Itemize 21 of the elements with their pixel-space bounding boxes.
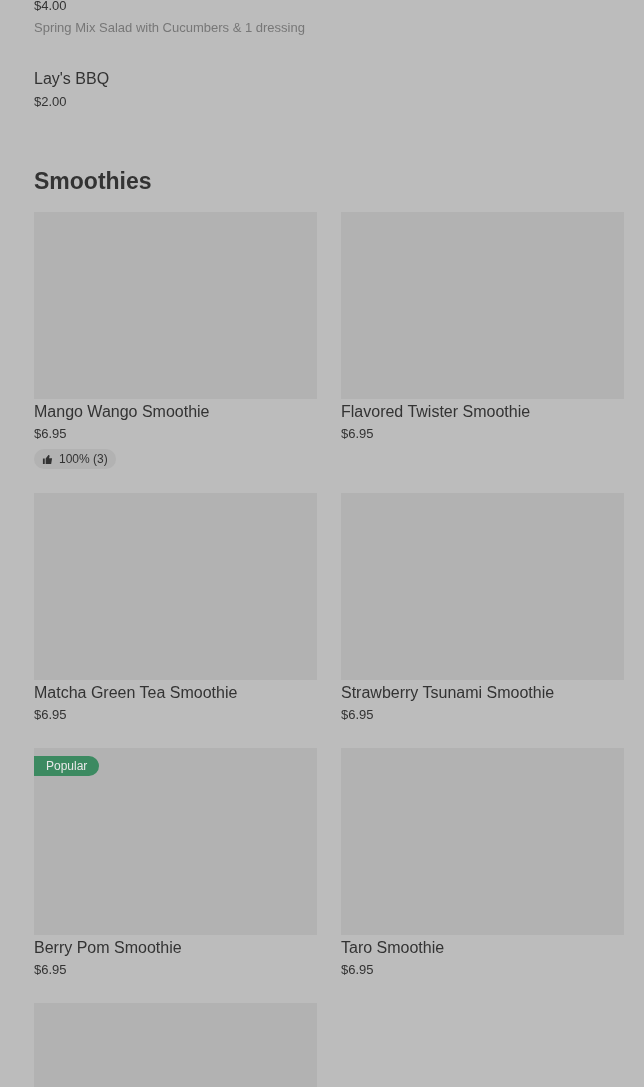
- product-price: $6.95: [34, 961, 68, 979]
- product-name: Flavored Twister Smoothie: [341, 402, 532, 422]
- item-price: $2.00: [34, 93, 68, 111]
- product-price: $6.95: [341, 961, 375, 979]
- product-name: Berry Pom Smoothie: [34, 938, 183, 958]
- product-price: $6.95: [34, 706, 68, 724]
- product-name: Matcha Green Tea Smoothie: [34, 683, 239, 703]
- thumbs-up-icon: [42, 453, 53, 465]
- item-description: Spring Mix Salad with Cucumbers & 1 dressing: [34, 19, 306, 37]
- image-placeholder[interactable]: [34, 748, 317, 935]
- product-price: $6.95: [34, 425, 68, 443]
- product-name: Strawberry Tsunami Smoothie: [341, 683, 556, 703]
- rating-text: 100% (3): [59, 452, 108, 466]
- product-price: $6.95: [341, 425, 375, 443]
- section-title: Smoothies: [34, 167, 153, 195]
- product-price: $6.95: [341, 706, 375, 724]
- item-name: Lay's BBQ: [34, 69, 111, 89]
- product-name: Mango Wango Smoothie: [34, 402, 211, 422]
- item-price: $4.00: [34, 0, 68, 15]
- product-name: Taro Smoothie: [341, 938, 446, 958]
- popular-badge: Popular: [34, 756, 100, 776]
